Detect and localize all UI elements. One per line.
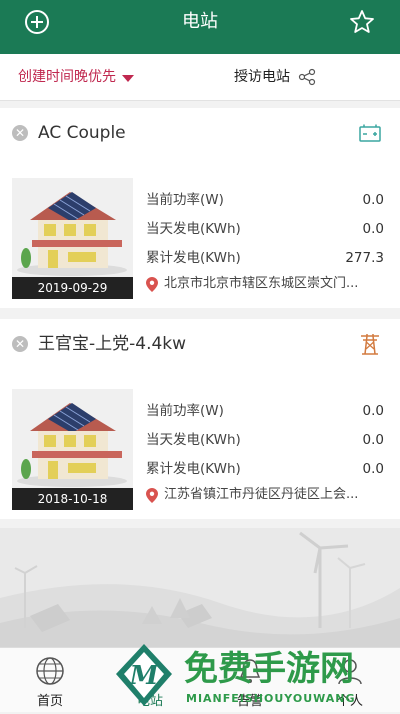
- stat-label: 当前功率(W): [146, 192, 224, 208]
- filter-bar: 创建时间晚优先 授访电站: [0, 54, 400, 101]
- station-card-header: ✕ AC Couple: [0, 108, 400, 158]
- stat-row: 当天发电(KWh) 0.0: [146, 426, 384, 455]
- stat-value: 0.0: [362, 403, 384, 419]
- solar-house-icon: [17, 192, 127, 276]
- station-stats: 当前功率(W) 0.0 当天发电(KWh) 0.0 累计发电(KWh) 0.0: [146, 397, 384, 484]
- station-address: 北京市北京市辖区东城区崇文门...: [146, 274, 382, 294]
- address-text: 北京市北京市辖区东城区崇文门...: [164, 276, 359, 291]
- stat-label: 当天发电(KWh): [146, 221, 241, 237]
- svg-text:M: M: [129, 661, 160, 691]
- watermark-logo: M 免费手游网 MIANFEISHOUYOUWANG: [116, 644, 356, 706]
- page-title: 电站: [182, 11, 218, 32]
- station-card-header: ✕ 王官宝-上党-4.4kw: [0, 319, 400, 369]
- globe-icon: [36, 657, 64, 685]
- location-pin-icon: [146, 276, 158, 292]
- station-address: 江苏省镇江市丹徒区丹徒区上会...: [146, 485, 382, 505]
- favorite-button[interactable]: [346, 6, 378, 38]
- watermark: M 免费手游网 MIANFEISHOUYOUWANG: [108, 640, 398, 710]
- stat-label: 累计发电(KWh): [146, 250, 241, 266]
- stat-value: 0.0: [362, 221, 384, 237]
- tab-label: 首页: [36, 694, 63, 709]
- tab-home[interactable]: 首页: [0, 648, 100, 712]
- stat-value: 0.0: [362, 432, 384, 448]
- power-tower-icon: [361, 334, 379, 355]
- station-name: 王官宝-上党-4.4kw: [38, 334, 187, 354]
- wind-solar-landscape-icon: [0, 531, 400, 648]
- stat-value: 277.3: [345, 250, 384, 266]
- station-image: 2018-10-18: [12, 389, 133, 510]
- share-icon: [298, 68, 316, 86]
- stat-row: 当前功率(W) 0.0: [146, 397, 384, 426]
- address-text: 江苏省镇江市丹徒区丹徒区上会...: [164, 487, 359, 502]
- remove-station-button[interactable]: ✕: [12, 125, 28, 141]
- stat-row: 当前功率(W) 0.0: [146, 186, 384, 215]
- stat-row: 累计发电(KWh) 0.0: [146, 455, 384, 484]
- stat-label: 当前功率(W): [146, 403, 224, 419]
- battery-icon: [359, 124, 381, 142]
- location-pin-icon: [146, 487, 158, 503]
- stat-value: 0.0: [362, 461, 384, 477]
- sort-dropdown[interactable]: 创建时间晚优先: [18, 54, 134, 100]
- stat-label: 累计发电(KWh): [146, 461, 241, 477]
- watermark-sub-text: MIANFEISHOUYOUWANG: [186, 692, 356, 705]
- stat-row: 累计发电(KWh) 277.3: [146, 244, 384, 273]
- station-date: 2019-09-29: [12, 277, 133, 299]
- dropdown-arrow-icon: [122, 74, 134, 82]
- station-date: 2018-10-18: [12, 488, 133, 510]
- stat-row: 当天发电(KWh) 0.0: [146, 215, 384, 244]
- shared-stations-label: 授访电站: [234, 69, 290, 85]
- station-card[interactable]: ✕ 王官宝-上党-4.4kw 2018-10-18 当前功率(W) 0.0 当天…: [0, 319, 400, 519]
- top-bar: 电站: [0, 0, 400, 54]
- shared-stations-button[interactable]: 授访电站: [234, 54, 316, 100]
- stat-value: 0.0: [362, 192, 384, 208]
- stat-label: 当天发电(KWh): [146, 432, 241, 448]
- station-card[interactable]: ✕ AC Couple 2019-09-29 当前功率(W) 0.0 当天发电(…: [0, 108, 400, 308]
- station-stats: 当前功率(W) 0.0 当天发电(KWh) 0.0 累计发电(KWh) 277.…: [146, 186, 384, 273]
- star-icon: [350, 10, 374, 33]
- station-image: 2019-09-29: [12, 178, 133, 299]
- station-name: AC Couple: [38, 123, 126, 143]
- remove-station-button[interactable]: ✕: [12, 336, 28, 352]
- solar-house-icon: [17, 403, 127, 487]
- background-illustration: [0, 528, 400, 648]
- sort-label: 创建时间晚优先: [18, 69, 116, 85]
- watermark-main-text: 免费手游网: [184, 649, 354, 689]
